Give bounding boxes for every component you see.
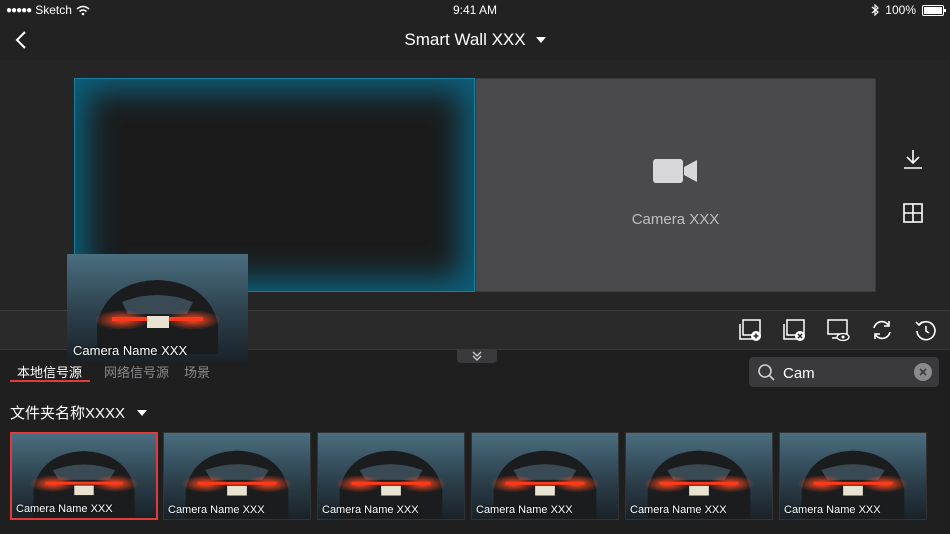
- camera-thumbnail-label: Camera Name XXX: [476, 504, 573, 516]
- page-title: Smart Wall XXX: [404, 30, 526, 49]
- caret-down-icon: [137, 409, 148, 416]
- nav-bar: Smart Wall XXX: [0, 20, 950, 60]
- download-icon[interactable]: [902, 148, 924, 170]
- search-input[interactable]: [781, 357, 905, 389]
- remove-window-icon[interactable]: [782, 318, 806, 342]
- dragging-camera-thumbnail[interactable]: Camera Name XXX: [67, 254, 248, 362]
- status-right: 100%: [871, 3, 946, 17]
- camera-thumbnail[interactable]: Camera Name XXX: [779, 432, 927, 520]
- tab-network-sources[interactable]: 网络信号源: [104, 362, 169, 381]
- camera-thumbnail-label: Camera Name XXX: [322, 504, 419, 516]
- camera-thumbnail[interactable]: Camera Name XXX: [10, 432, 158, 520]
- close-icon: [919, 368, 927, 376]
- wall-screen-2[interactable]: Camera XXX: [475, 78, 876, 292]
- camera-thumbnail[interactable]: Camera Name XXX: [471, 432, 619, 520]
- bluetooth-icon: [871, 4, 880, 16]
- double-chevron-down-icon: [472, 351, 482, 361]
- camera-thumbnail-label: Camera Name XXX: [630, 504, 727, 516]
- status-bar: ●●●●● Sketch 9:41 AM 100%: [0, 0, 950, 20]
- battery-percent: 100%: [885, 3, 916, 17]
- video-camera-icon: [653, 159, 697, 183]
- tab-scenes[interactable]: 场景: [184, 362, 210, 381]
- active-tab-indicator: [10, 380, 90, 382]
- screen-camera-label: Camera XXX: [631, 211, 720, 228]
- tab-local-sources[interactable]: 本地信号源: [17, 362, 82, 381]
- camera-thumbnail[interactable]: Camera Name XXX: [317, 432, 465, 520]
- camera-thumbnail-label: Camera Name XXX: [784, 504, 881, 516]
- wall-selector[interactable]: Smart Wall XXX: [0, 30, 950, 50]
- clear-search-button[interactable]: [914, 363, 932, 381]
- history-restore-icon[interactable]: [914, 318, 938, 342]
- folder-selector[interactable]: 文件夹名称XXXX: [10, 402, 148, 423]
- caret-down-icon: [535, 37, 546, 43]
- preview-screen-icon[interactable]: [826, 318, 850, 342]
- dragging-camera-label: Camera Name XXX: [73, 343, 188, 358]
- battery-icon: [922, 4, 946, 16]
- search-box: [749, 357, 939, 389]
- camera-thumbnail[interactable]: Camera Name XXX: [163, 432, 311, 520]
- camera-thumbnail-label: Camera Name XXX: [16, 503, 113, 515]
- camera-thumbnail-label: Camera Name XXX: [168, 504, 265, 516]
- grid-layout-icon[interactable]: [902, 202, 924, 224]
- search-icon: [758, 364, 775, 381]
- refresh-icon[interactable]: [870, 318, 894, 342]
- camera-thumbnail[interactable]: Camera Name XXX: [625, 432, 773, 520]
- add-window-icon[interactable]: [738, 318, 762, 342]
- status-time: 9:41 AM: [452, 3, 498, 17]
- folder-name: 文件夹名称XXXX: [10, 405, 126, 422]
- collapse-handle[interactable]: [457, 349, 497, 363]
